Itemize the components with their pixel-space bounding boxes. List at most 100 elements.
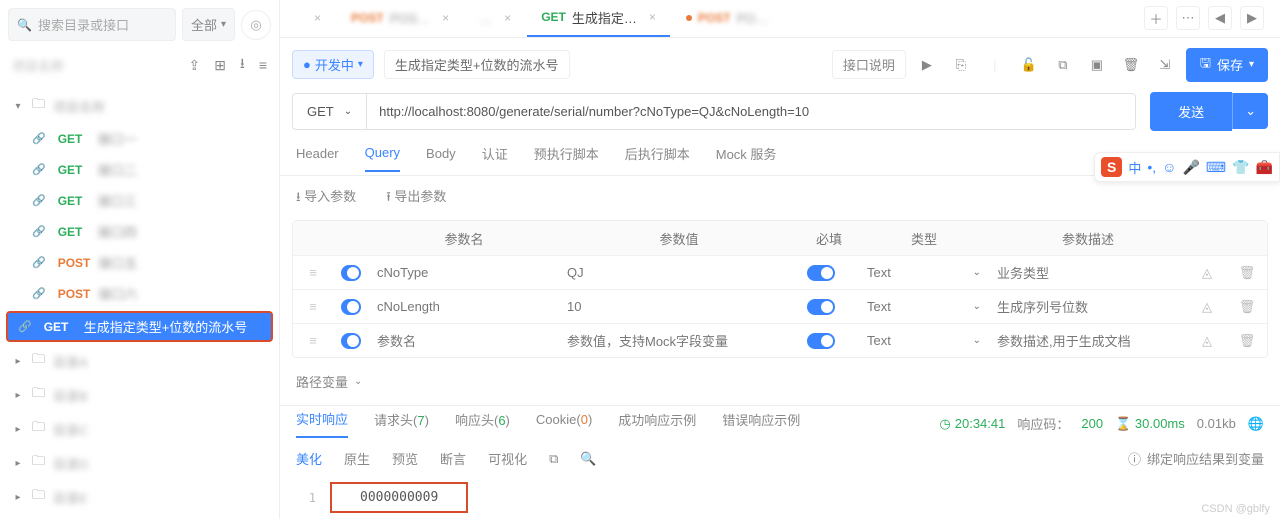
ime-lang[interactable]: 中 xyxy=(1128,158,1141,177)
param-desc-input[interactable]: 生成序列号位数 xyxy=(989,297,1187,316)
ime-toolbar[interactable]: S 中 •, ☺ 🎤 ⌨ 👕 🧰 xyxy=(1094,152,1280,182)
delete-row-icon[interactable]: 🗑 xyxy=(1227,299,1267,315)
tab-pre-script[interactable]: 预执行脚本 xyxy=(534,144,599,173)
view-visual[interactable]: 可视化 xyxy=(488,449,527,468)
api-name-input[interactable]: 生成指定类型+位数的流水号 xyxy=(384,50,570,79)
close-icon[interactable]: × xyxy=(649,10,656,24)
send-dropdown[interactable]: ⌄ xyxy=(1232,93,1268,129)
tab-request-headers[interactable]: 请求头(7) xyxy=(374,410,429,437)
tree-item[interactable]: ▾🔗GET接口四 xyxy=(0,216,279,247)
method-select[interactable]: GET⌄ xyxy=(292,93,366,130)
more-button[interactable]: ⋯ xyxy=(1176,6,1200,30)
api-desc-input[interactable]: 接口说明 xyxy=(832,50,906,79)
enable-toggle[interactable] xyxy=(341,299,361,315)
tab[interactable]: …× xyxy=(465,0,525,37)
tree-item[interactable]: ▾🔗POST接口六 xyxy=(0,278,279,309)
param-desc-input[interactable]: 参数描述,用于生成文档 xyxy=(989,331,1187,350)
param-type-select[interactable]: Text⌄ xyxy=(859,333,989,348)
ime-keyboard-icon[interactable]: ⌨ xyxy=(1206,159,1226,176)
required-toggle[interactable] xyxy=(807,299,835,315)
view-preview[interactable]: 预览 xyxy=(392,449,418,468)
tab[interactable]: POSTPO… xyxy=(672,0,782,37)
tree-folder[interactable]: ▸🗀目录F xyxy=(0,514,279,519)
param-value-input[interactable]: QJ xyxy=(559,265,799,280)
locate-icon[interactable]: ◎ xyxy=(241,10,271,40)
send-button[interactable]: 发送 xyxy=(1150,92,1232,131)
param-value-input[interactable]: 参数值，支持Mock字段变量 xyxy=(559,331,799,350)
url-input[interactable]: http://localhost:8080/generate/serial/nu… xyxy=(366,93,1136,130)
filter-select[interactable]: 全部 ▾ xyxy=(182,8,235,41)
param-type-select[interactable]: Text⌄ xyxy=(859,299,989,314)
prev-button[interactable]: ◀ xyxy=(1208,6,1232,30)
lock-icon[interactable]: 🔓 xyxy=(1018,57,1040,73)
window-icon[interactable]: ▣ xyxy=(1086,57,1108,73)
tab-error-example[interactable]: 错误响应示例 xyxy=(722,410,800,437)
enable-toggle[interactable] xyxy=(341,333,361,349)
tab-header[interactable]: Header xyxy=(296,146,339,171)
view-assert[interactable]: 断言 xyxy=(440,449,466,468)
ime-voice-icon[interactable]: 🎤 xyxy=(1182,159,1199,176)
tab-post-script[interactable]: 后执行脚本 xyxy=(625,144,690,173)
doc-icon[interactable]: ⎘ xyxy=(950,57,972,73)
tree-folder[interactable]: ▸🗀目录A xyxy=(0,344,279,378)
new-tab-button[interactable]: ＋ xyxy=(1144,6,1168,30)
close-icon[interactable]: × xyxy=(314,11,321,25)
status-badge[interactable]: ●开发中▾ xyxy=(292,50,374,79)
tab-auth[interactable]: 认证 xyxy=(482,144,508,173)
export-icon[interactable]: ⇲ xyxy=(1154,57,1176,73)
globe-icon[interactable]: 🌐 xyxy=(1248,416,1264,432)
delete-row-icon[interactable]: 🗑 xyxy=(1227,333,1267,349)
close-icon[interactable]: × xyxy=(442,11,449,25)
delete-icon[interactable]: 🗑 xyxy=(1120,57,1142,73)
next-button[interactable]: ▶ xyxy=(1240,6,1264,30)
tree-item[interactable]: ▾🔗GET接口二 xyxy=(0,154,279,185)
tree-item[interactable]: ▾🔗POST接口五 xyxy=(0,247,279,278)
search-response-icon[interactable]: 🔍 xyxy=(580,451,596,467)
drag-handle-icon[interactable]: ≡ xyxy=(293,265,333,280)
tree-folder[interactable]: ▸🗀目录C xyxy=(0,412,279,446)
tab-cookie[interactable]: Cookie(0) xyxy=(536,412,592,435)
delete-row-icon[interactable]: 🗑 xyxy=(1227,265,1267,281)
tab-response-headers[interactable]: 响应头(6) xyxy=(455,410,510,437)
ime-punct-icon[interactable]: •, xyxy=(1147,159,1156,175)
tab[interactable]: POSTPOS…× xyxy=(337,0,463,37)
download-icon[interactable]: ⭳ xyxy=(240,53,245,77)
param-name-input[interactable]: cNoType xyxy=(369,265,559,280)
tab-success-example[interactable]: 成功响应示例 xyxy=(618,410,696,437)
tab[interactable]: × xyxy=(288,0,335,37)
close-icon[interactable]: × xyxy=(504,11,511,25)
import-params-button[interactable]: ⭳ 导入参数 xyxy=(296,186,356,210)
drag-handle-icon[interactable]: ≡ xyxy=(293,333,333,348)
tab-query[interactable]: Query xyxy=(365,145,400,172)
tree-item[interactable]: ▾🔗GET接口一 xyxy=(0,123,279,154)
copy-icon[interactable]: ⧉ xyxy=(1052,57,1074,73)
drag-handle-icon[interactable]: ≡ xyxy=(293,299,333,314)
ime-skin-icon[interactable]: 👕 xyxy=(1232,159,1249,176)
param-name-input[interactable]: 参数名 xyxy=(369,331,559,350)
share-icon[interactable]: ⇪ xyxy=(188,57,200,74)
view-raw[interactable]: 原生 xyxy=(344,449,370,468)
param-type-select[interactable]: Text⌄ xyxy=(859,265,989,280)
ime-tool-icon[interactable]: 🧰 xyxy=(1256,159,1273,176)
run-icon[interactable]: ▶ xyxy=(916,57,938,73)
export-params-button[interactable]: ⭱ 导出参数 xyxy=(386,186,446,210)
tab-active[interactable]: GET生成指定…× xyxy=(527,0,670,37)
tab-body[interactable]: Body xyxy=(426,146,456,171)
new-folder-icon[interactable]: ⊞ xyxy=(214,57,226,74)
tree-folder[interactable]: ▸🗀目录B xyxy=(0,378,279,412)
tree-item-active[interactable]: 🔗GET生成指定类型+位数的流水号 xyxy=(6,311,273,342)
tree-folder[interactable]: ▸🗀目录E xyxy=(0,480,279,514)
cube-icon[interactable]: ◬ xyxy=(1187,265,1227,281)
path-variables-toggle[interactable]: 路径变量⌄ xyxy=(280,358,1280,405)
param-desc-input[interactable]: 业务类型 xyxy=(989,263,1187,282)
cube-icon[interactable]: ◬ xyxy=(1187,333,1227,349)
help-icon[interactable]: ⓘ xyxy=(1128,449,1141,468)
tree-root[interactable]: ▾ 🗀 项目名称 xyxy=(0,89,279,123)
search-input[interactable]: 🔍 搜索目录或接口 xyxy=(8,8,176,41)
copy-response-icon[interactable]: ⧉ xyxy=(549,451,558,467)
tree-item[interactable]: ▾🔗GET接口三 xyxy=(0,185,279,216)
tree-folder[interactable]: ▸🗀目录D xyxy=(0,446,279,480)
param-name-input[interactable]: cNoLength xyxy=(369,299,559,314)
tab-mock[interactable]: Mock 服务 xyxy=(716,144,777,173)
cube-icon[interactable]: ◬ xyxy=(1187,299,1227,315)
